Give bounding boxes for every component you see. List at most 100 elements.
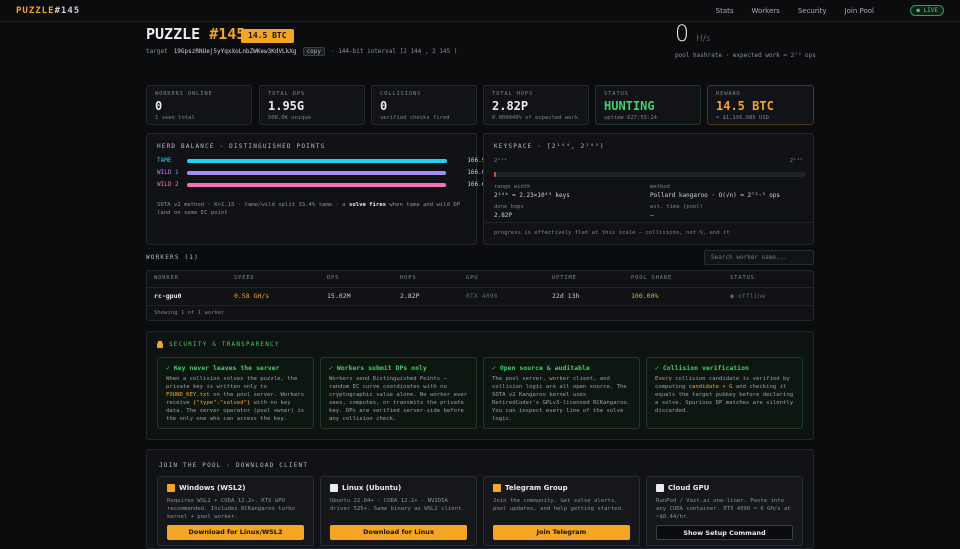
stat-label: TOTAL HOPS [492, 91, 534, 97]
worker-search-input[interactable] [704, 250, 814, 265]
cloud-icon [656, 484, 664, 492]
workers-title: WORKERS (1) [146, 254, 199, 261]
copy-button[interactable]: copy [302, 47, 325, 56]
interval-text: · 144-bit interval [2 144 , 2 145 ) [330, 48, 458, 55]
stat-card: TOTAL HOPS 2.82P 0.000049% of expected wor… [483, 85, 589, 125]
lock-icon [157, 343, 163, 348]
brand-logo[interactable]: PUZZLE#145 [16, 6, 80, 16]
table-header[interactable]: UPTIME [552, 275, 577, 281]
download-card-body: RunPod / Vast.ai one-liner. Paste into a… [656, 498, 791, 520]
nav-link-join[interactable]: Join Pool [845, 7, 874, 15]
target-address: 19GpszRNUej5yYqxXoLnbZWKew3KdVLkXg [173, 48, 297, 55]
download-card-title: Linux (Ubuntu) [330, 484, 467, 492]
target-line: target 19GpszRNUej5yYqxXoLnbZWKew3KdVLkX… [146, 47, 458, 56]
herd-row-name: WILD 1 [157, 169, 179, 176]
keyspace-hi: 2¹⁴⁵ [789, 158, 803, 164]
security-card-body: Every collision candidate is verified by… [655, 376, 794, 414]
security-card: ✓ Workers submit DPs only Workers send Di… [320, 357, 477, 429]
live-badge: ● LIVE [910, 5, 944, 16]
herd-row: WILD 2 166.6K [157, 181, 489, 188]
table-header[interactable]: GPU [466, 275, 478, 281]
table-header[interactable]: POOL SHARE [631, 275, 672, 281]
range-width: range width 2¹⁴⁴ ≈ 2.23×10⁴³ keys [494, 184, 570, 199]
download-card-body: Ubuntu 22.04+ · CUDA 12.2+ · NVIDIA driv… [330, 498, 465, 512]
table-cell-gpu: RTX 4090 [466, 292, 498, 300]
nav-link-stats[interactable]: Stats [716, 7, 734, 15]
table-cell-speed: 0.58 GH/s [234, 292, 270, 300]
herd-bar-fill [187, 182, 447, 187]
join-title: JOIN THE POOL · DOWNLOAD CLIENT [159, 462, 309, 469]
stat-sub: uptime 627:55:24 [604, 115, 657, 121]
table-header[interactable]: SPEED [234, 275, 255, 281]
stat-value: 0 [380, 99, 388, 113]
herd-bar-fill [187, 158, 447, 163]
done-hops: done hops 2.82P [494, 204, 524, 219]
keyspace-progress-bar [494, 172, 805, 177]
nav-link-security[interactable]: Security [798, 7, 827, 15]
stat-sub: 0.000049% of expected work [492, 115, 579, 121]
herd-bar-fill [187, 170, 447, 175]
security-card: ✓ Open source & auditable The pool server… [483, 357, 640, 429]
security-card-title: ✓ Workers submit DPs only [329, 364, 427, 372]
stat-sub: 1 seen total [155, 115, 195, 121]
download-button[interactable]: Show Setup Command [656, 525, 793, 540]
table-header[interactable]: STATUS [730, 275, 755, 281]
stat-sub: ≈ $1,156,085 USD [716, 115, 769, 121]
herd-balance-panel: HERD BALANCE · DISTINGUISHED POINTS SOTA… [146, 133, 489, 245]
download-card: Windows (WSL2) Requires WSL2 + CUDA 12.2+… [157, 476, 314, 546]
security-card-body: Workers send Distinguished Points — rand… [329, 376, 468, 422]
download-card: Telegram Group Join the community. Get so… [483, 476, 640, 546]
stat-value: 2.82P [492, 99, 529, 113]
stat-value: 0 [155, 99, 163, 113]
keyspace-progress-fill [494, 172, 496, 177]
download-card: Cloud GPU RunPod / Vast.ai one-liner. Pas… [646, 476, 803, 546]
stat-card: COLLISIONS 0 verified checks fired [371, 85, 477, 125]
download-button[interactable]: Download for Linux/WSL2 [167, 525, 304, 540]
stat-value: HUNTING [604, 99, 655, 113]
stat-card: STATUS HUNTING uptime 627:55:24 [595, 85, 701, 125]
nav-link-workers[interactable]: Workers [752, 7, 780, 15]
linux-icon [330, 484, 338, 492]
keyspace-title: KEYSPACE · [2¹⁴⁴, 2¹⁴⁵) [494, 143, 605, 150]
security-card: ✓ Key never leaves the server When a coll… [157, 357, 314, 429]
herd-row: TAME 166.9K [157, 157, 489, 164]
nav-links: Stats Workers Security Join Pool [716, 7, 874, 15]
workers-footer: Showing 1 of 1 worker [154, 310, 225, 316]
table-cell-worker: rc-gpu0 [154, 292, 182, 300]
stat-card: TOTAL DPS 1.95G 508.0K unique [259, 85, 365, 125]
security-title: SECURITY & TRANSPARENCY [169, 341, 280, 348]
download-card: Linux (Ubuntu) Ubuntu 22.04+ · CUDA 12.2+… [320, 476, 477, 546]
security-card-body: When a collision solves the puzzle, the … [166, 376, 305, 422]
keyspace-lo: 2¹⁴⁴ [494, 158, 508, 164]
stat-sub: verified checks fired [380, 115, 450, 121]
table-header[interactable]: WORKER [154, 275, 179, 281]
stat-label: TOTAL DPS [268, 91, 306, 97]
telegram-icon [493, 484, 501, 492]
stat-label: REWARD [716, 91, 741, 97]
herd-title: HERD BALANCE · DISTINGUISHED POINTS [157, 143, 326, 150]
stat-label: COLLISIONS [380, 91, 422, 97]
stat-label: STATUS [604, 91, 629, 97]
table-header[interactable]: DPS [327, 275, 339, 281]
download-card-body: Join the community. Get solve alerts, po… [493, 498, 625, 512]
table-cell-uptime: 22d 13h [552, 292, 580, 300]
table-header[interactable]: HOPS [400, 275, 416, 281]
security-card: ✓ Collision verification Every collision … [646, 357, 803, 429]
herd-bar [187, 182, 447, 187]
herd-bar [187, 170, 447, 175]
table-cell-hops: 2.82P [400, 292, 420, 300]
security-card-body: The pool server, worker client, and coll… [492, 376, 631, 422]
stat-sub: 508.0K unique [268, 115, 312, 121]
table-cell-status: ● offline [730, 292, 766, 300]
download-card-title: Telegram Group [493, 484, 630, 492]
download-button[interactable]: Join Telegram [493, 525, 630, 540]
hashrate-subtitle: pool hashrate · expected work ≈ 2⁷² ops [675, 52, 816, 59]
herd-note: SOTA v2 method · K≈1.15 · tame/wild spli… [157, 202, 461, 216]
security-card-title: ✓ Open source & auditable [492, 364, 590, 372]
page-title: PUZZLE #145 [146, 25, 246, 43]
stat-card: WORKERS ONLINE 0 1 seen total [146, 85, 252, 125]
stat-card: REWARD 14.5 BTC ≈ $1,156,085 USD [707, 85, 814, 125]
top-nav: PUZZLE#145 Stats Workers Security Join P… [0, 0, 960, 22]
download-button[interactable]: Download for Linux [330, 525, 467, 540]
stat-value: 14.5 BTC [716, 99, 774, 113]
